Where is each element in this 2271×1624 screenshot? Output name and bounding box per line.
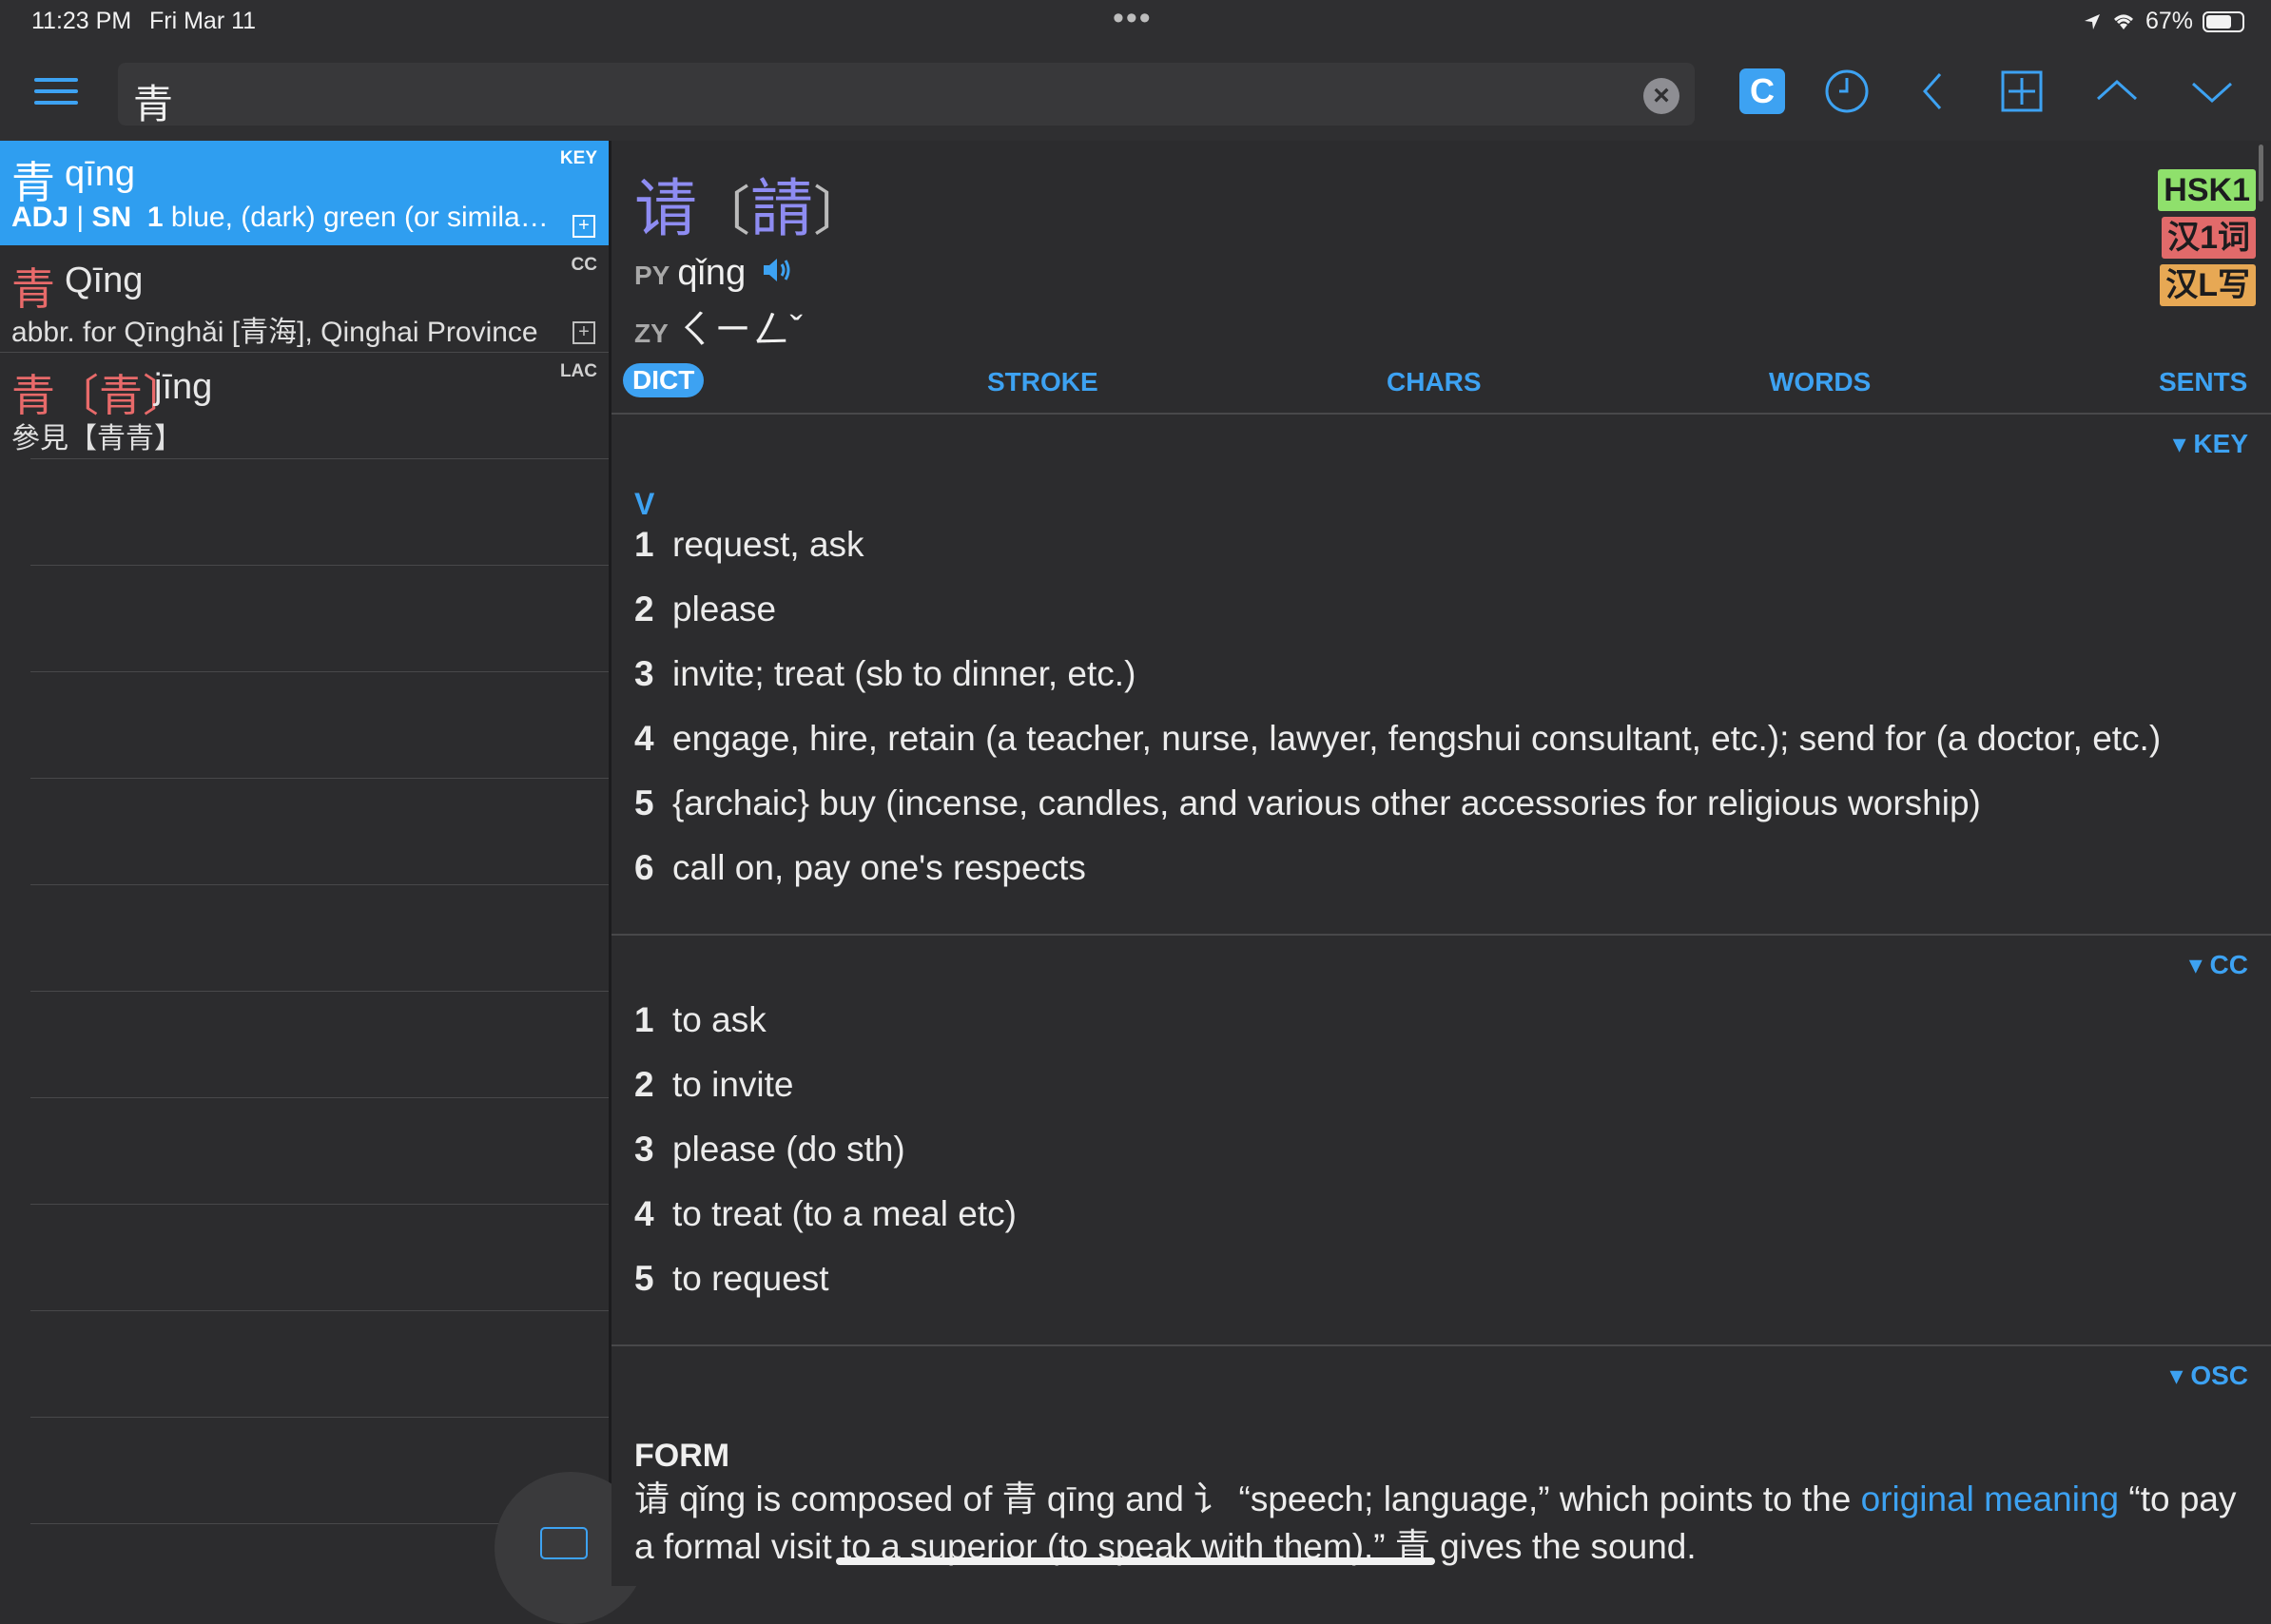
entry-simplified: 请: [634, 173, 697, 243]
part-of-speech: V: [634, 487, 655, 521]
clipboard-search-button[interactable]: C: [1739, 68, 1785, 114]
row-divider: [30, 1310, 609, 1311]
row-divider: [30, 671, 609, 672]
result-source: KEY: [559, 148, 597, 168]
result-pinyin: Qīng: [65, 261, 144, 300]
row-divider: [30, 458, 609, 459]
level-badges: HSK1 汉1词 汉L写: [2158, 169, 2256, 306]
entry-headword: 请〔請〕: [634, 173, 866, 243]
sense-item: 1 request, ask: [634, 525, 864, 564]
sense-item: 4 engage, hire, retain (a teacher, nurse,…: [634, 719, 2162, 758]
speaker-icon[interactable]: [762, 256, 794, 284]
clear-search-icon[interactable]: ×: [1643, 78, 1679, 114]
tab-sents[interactable]: SENTS: [2159, 367, 2247, 397]
keyboard-icon: [540, 1527, 588, 1559]
result-row[interactable]: 青 Qīng CC abbr. for Qīnghǎi [青海], Qingha…: [0, 247, 609, 352]
sense-item: 6 call on, pay one's respects: [634, 848, 1086, 887]
entry-zhuyin: ㄑㄧㄥˇ: [675, 309, 804, 351]
results-list: 青 qīng KEY ADJ | SN 1 blue, (dark) green…: [0, 141, 647, 1624]
tab-dict[interactable]: DICT: [623, 363, 705, 397]
home-indicator[interactable]: [836, 1557, 1435, 1565]
result-definition: 參見【青青】: [11, 423, 183, 454]
result-definition: ADJ | SN 1 blue, (dark) green (or simila…: [11, 202, 553, 233]
next-entry-icon[interactable]: [2187, 67, 2237, 116]
status-time: 11:23 PM: [31, 8, 132, 34]
sense-item: 5 {archaic} buy (incense, candles, and va…: [634, 783, 1981, 822]
tab-words[interactable]: WORDS: [1769, 367, 1871, 397]
zhuyin-line: ZY ㄑㄧㄥˇ: [634, 309, 804, 351]
result-separator: |: [76, 202, 85, 233]
sense-item: 2 to invite: [634, 1065, 794, 1104]
battery-percent: 67%: [2145, 8, 2193, 34]
tab-stroke[interactable]: STROKE: [987, 367, 1098, 397]
entry-tabs: DICT STROKE CHARS WORDS SENTS: [611, 356, 2271, 415]
osc-section-toggle[interactable]: ▾ OSC: [2169, 1360, 2248, 1391]
result-source: LAC: [559, 361, 597, 381]
add-flashcard-icon[interactable]: [1997, 67, 2047, 116]
status-right: 67%: [2083, 8, 2244, 35]
section-divider: [611, 1344, 2271, 1346]
entry-traditional: 請: [750, 173, 813, 243]
add-to-list-icon[interactable]: +: [573, 215, 595, 238]
back-chevron-icon[interactable]: [1910, 67, 1959, 116]
tab-chars[interactable]: CHARS: [1387, 367, 1482, 397]
result-pinyin: jīng: [154, 367, 213, 407]
row-divider: [30, 1417, 609, 1418]
sense-item: 2 please: [634, 590, 777, 628]
form-paragraph: 请 qǐng is composed of 青 qīng and 讠 “spee…: [634, 1479, 2237, 1566]
result-sense-num: 1: [146, 202, 164, 233]
sense-item: 4 to treat (to a meal etc): [634, 1194, 1017, 1233]
row-divider: [30, 565, 609, 566]
wifi-icon: [2113, 14, 2133, 29]
history-clock-icon[interactable]: [1822, 67, 1872, 116]
search-query[interactable]: 青: [133, 72, 173, 130]
search-field[interactable]: 青 ×: [118, 63, 1695, 126]
sense-item: 3 please (do sth): [634, 1130, 905, 1169]
menu-icon[interactable]: [34, 78, 78, 108]
row-divider: [30, 778, 609, 779]
section-divider: [611, 934, 2271, 936]
result-row[interactable]: 青〔青〕 jīng LAC 參見【青青】: [0, 354, 609, 458]
battery-icon: [2203, 10, 2244, 32]
result-sn: SN: [91, 202, 132, 233]
entry-detail: 请〔請〕 PY qǐng ZY ㄑㄧㄥˇ HSK1 汉1词 汉L写 DICT STR…: [611, 141, 2271, 1586]
hsk-writing-badge: 汉L写: [2160, 264, 2256, 306]
previous-entry-icon[interactable]: [2092, 67, 2142, 116]
result-source: CC: [571, 255, 597, 275]
row-divider: [30, 884, 609, 885]
status-bar: 11:23 PM Fri Mar 11 ••• 67%: [0, 0, 2271, 46]
scrollbar[interactable]: [2259, 145, 2263, 202]
sense-item: 5 to request: [634, 1259, 829, 1298]
add-to-list-icon[interactable]: +: [573, 321, 595, 344]
form-heading: FORM: [634, 1438, 730, 1474]
original-meaning-link[interactable]: original meaning: [1861, 1479, 2120, 1518]
result-pinyin: qīng: [65, 154, 135, 194]
multitask-dots[interactable]: •••: [1113, 0, 1153, 37]
cc-section-toggle[interactable]: ▾ CC: [2189, 949, 2248, 980]
hsk-badge: HSK1: [2158, 169, 2256, 211]
status-date: Fri Mar 11: [149, 8, 257, 34]
row-divider: [0, 352, 609, 353]
result-pos: ADJ: [11, 202, 69, 233]
result-definition: abbr. for Qīnghǎi [青海], Qinghai Province: [11, 317, 538, 348]
result-row[interactable]: 青 qīng KEY ADJ | SN 1 blue, (dark) green…: [0, 141, 609, 245]
sense-item: 1 to ask: [634, 1000, 767, 1039]
location-icon: [2084, 13, 2100, 29]
row-divider: [30, 1204, 609, 1205]
entry-pinyin: qǐng: [677, 253, 747, 293]
key-section-toggle[interactable]: ▾ KEY: [2173, 428, 2248, 459]
pinyin-line: PY qǐng: [634, 253, 794, 294]
row-divider: [30, 991, 609, 992]
hsk-words-badge: 汉1词: [2162, 217, 2256, 259]
sense-item: 3 invite; treat (sb to dinner, etc.): [634, 654, 1136, 693]
toolbar: 青 × C: [0, 46, 2271, 142]
row-divider: [30, 1097, 609, 1098]
